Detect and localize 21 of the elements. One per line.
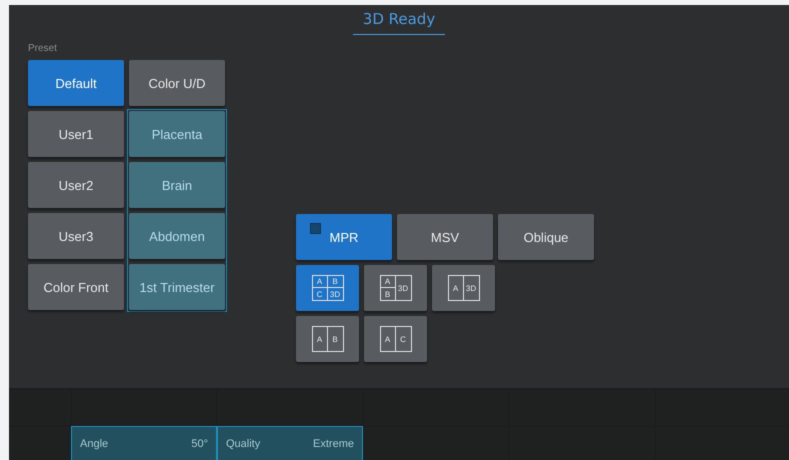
preset-button[interactable]: Brain bbox=[129, 162, 225, 208]
parameter-control[interactable]: Quality Extreme bbox=[218, 427, 362, 460]
screen-title: 3D Ready bbox=[352, 5, 446, 35]
layout-button[interactable]: A B C 3D bbox=[296, 265, 359, 311]
layout-button[interactable]: A C bbox=[364, 316, 427, 362]
parameter-control[interactable]: Angle 50° bbox=[72, 427, 216, 460]
view-mode-button[interactable]: Oblique bbox=[498, 214, 594, 260]
preset-button[interactable]: User1 bbox=[28, 111, 124, 157]
layout-button[interactable]: A 3D bbox=[432, 265, 495, 311]
preset-button[interactable]: User3 bbox=[28, 213, 124, 259]
preset-button[interactable]: 1st Trimester bbox=[129, 264, 225, 310]
layout-button[interactable]: A B bbox=[296, 316, 359, 362]
preset-button[interactable]: Default bbox=[28, 60, 124, 106]
view-mode-button[interactable]: MSV bbox=[397, 214, 493, 260]
preset-button[interactable]: Placenta bbox=[129, 111, 225, 157]
preset-button[interactable]: Abdomen bbox=[129, 213, 225, 259]
preset-button[interactable]: Color Front bbox=[28, 264, 124, 310]
view-mode-button[interactable]: MPR bbox=[296, 214, 392, 260]
section-label: Preset bbox=[28, 43, 58, 56]
preset-button[interactable]: Color U/D bbox=[129, 60, 225, 106]
preset-button[interactable]: User2 bbox=[28, 162, 124, 208]
